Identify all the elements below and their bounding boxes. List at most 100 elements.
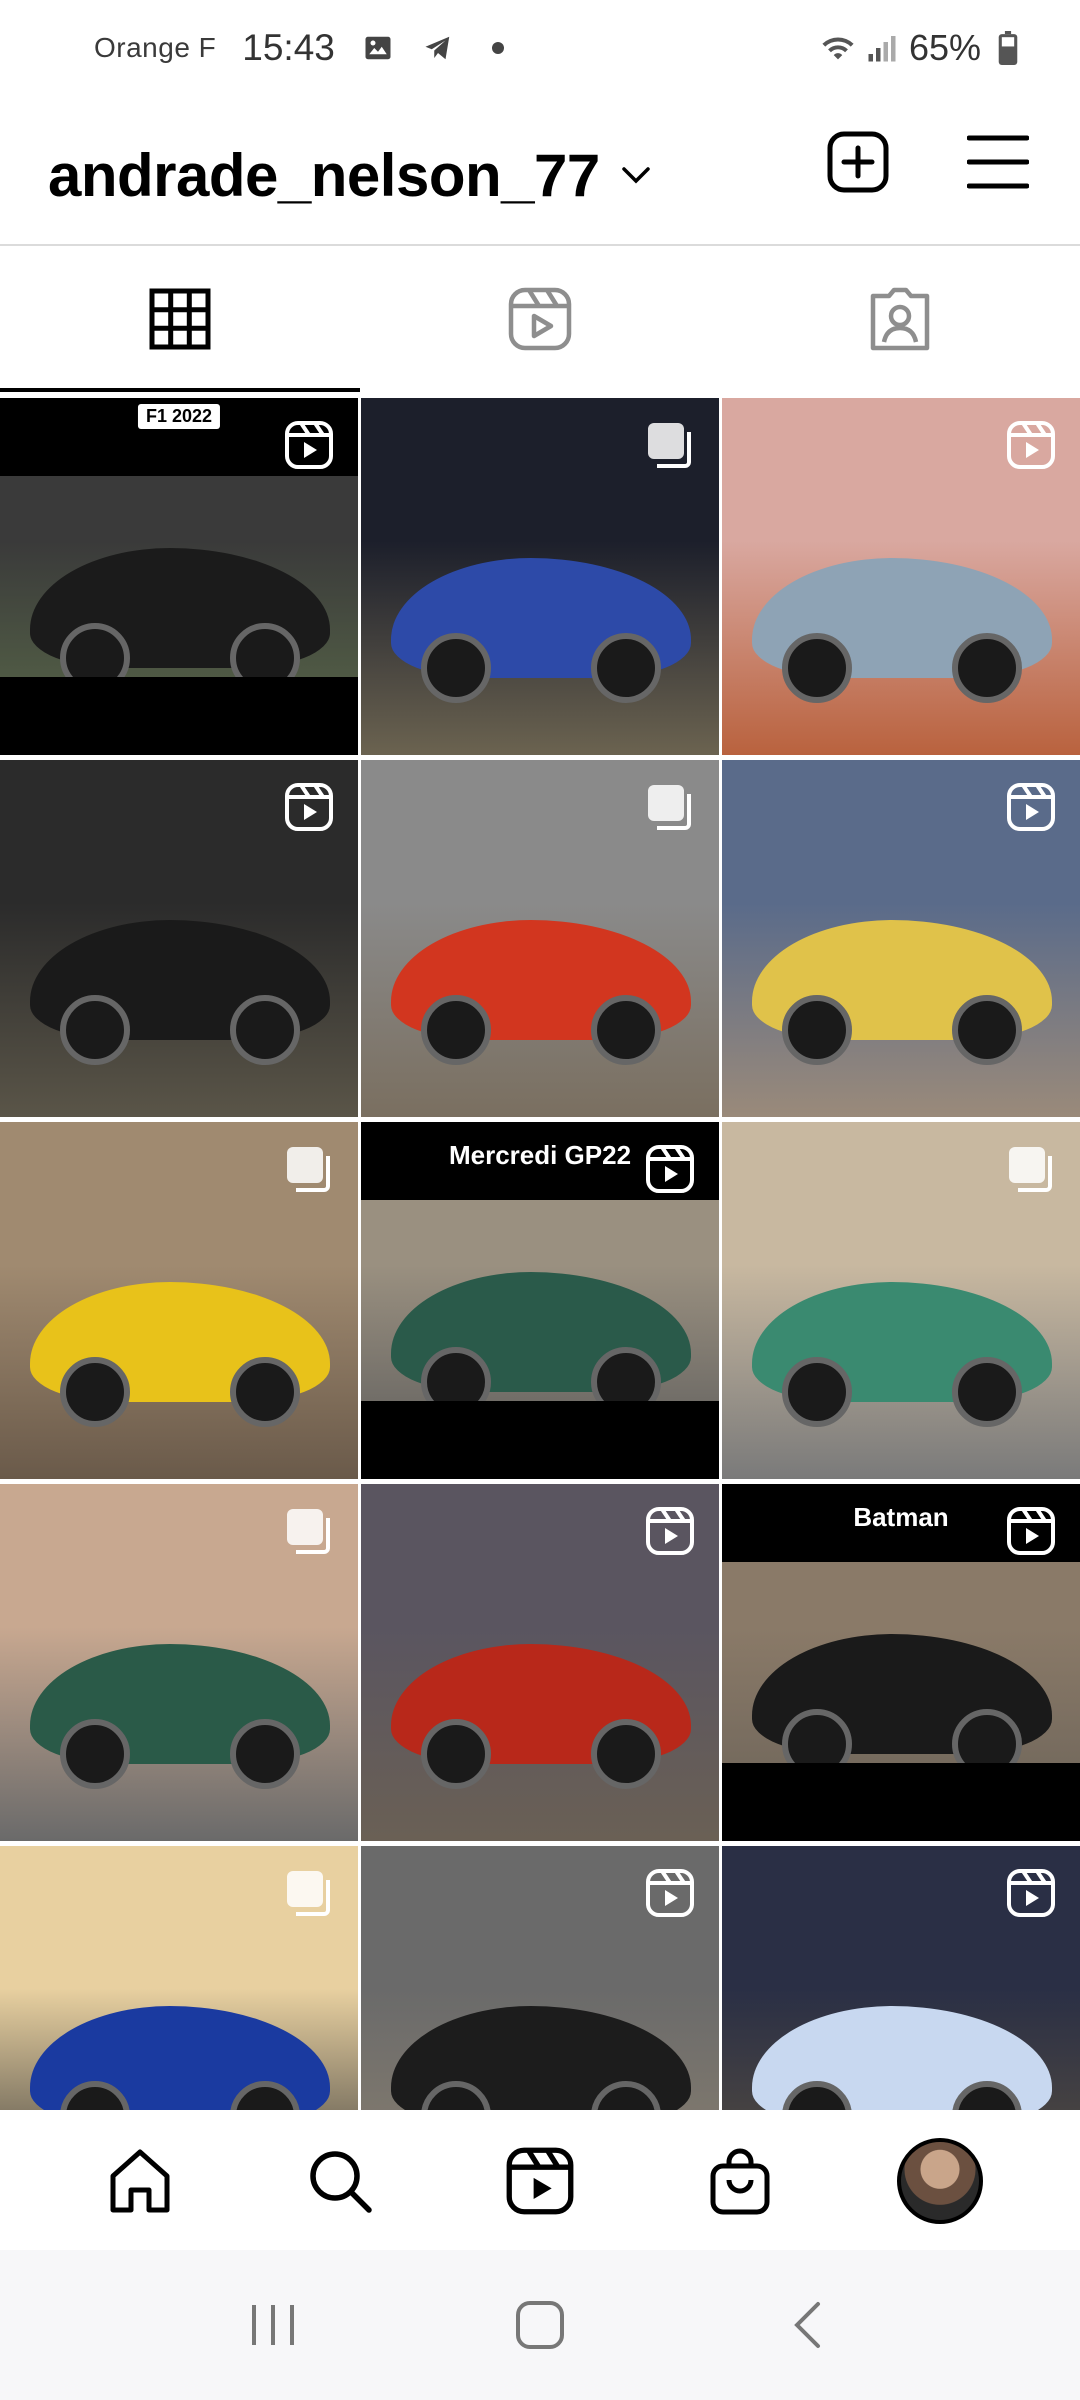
reel-badge-icon: [1006, 1506, 1056, 1556]
carousel-badge-icon: [1009, 1147, 1052, 1192]
wheel-shape: [782, 633, 852, 703]
telegram-icon: [421, 31, 455, 65]
recent-apps-icon: [252, 2305, 295, 2345]
reel-badge-icon: [285, 421, 333, 469]
carousel-badge-icon: [648, 423, 691, 468]
reel-badge-icon: [285, 783, 333, 831]
dot-icon: [481, 31, 515, 65]
reel-badge-icon: [1007, 1869, 1055, 1917]
home-button[interactable]: [495, 2280, 585, 2370]
reel-badge-icon: [284, 782, 334, 832]
create-post-button[interactable]: [824, 128, 892, 196]
nav-search[interactable]: [295, 2136, 385, 2226]
battery-percent: 65%: [908, 27, 981, 68]
carousel-badge-icon: [284, 1144, 334, 1194]
tagged-icon: [870, 287, 930, 351]
wheel-shape: [782, 1357, 852, 1427]
reel-badge-icon: [645, 1868, 695, 1918]
post-tile[interactable]: [0, 1484, 358, 1841]
profile-avatar[interactable]: [897, 2138, 983, 2224]
reel-badge-icon: [646, 1507, 694, 1555]
chevron-down-icon[interactable]: [620, 158, 654, 192]
reel-badge-icon: [645, 1144, 695, 1194]
wheel-shape: [60, 1357, 130, 1427]
image-icon: [361, 31, 395, 65]
account-username[interactable]: andrade_nelson_77: [48, 141, 600, 210]
back-button[interactable]: [762, 2280, 852, 2370]
post-tile[interactable]: Mercredi GP22: [361, 1122, 719, 1479]
video-letterbox-bottom: [722, 1763, 1080, 1841]
grid-icon: [149, 288, 211, 350]
video-letterbox-bottom: [0, 677, 358, 755]
wheel-shape: [952, 633, 1022, 703]
nav-shop[interactable]: [695, 2136, 785, 2226]
posts-grid: F1 2022 Mercredi GP22 Batman: [0, 398, 1080, 2110]
tab-posts[interactable]: [0, 246, 360, 392]
shop-icon: [710, 2148, 770, 2215]
post-tile[interactable]: [722, 1846, 1080, 2110]
carousel-badge-icon: [645, 782, 695, 832]
wheel-shape: [591, 995, 661, 1065]
reel-badge-icon: [1007, 1507, 1055, 1555]
carousel-badge-icon: [287, 1147, 330, 1192]
post-caption-overlay: F1 2022: [137, 404, 221, 429]
nav-reels[interactable]: [495, 2136, 585, 2226]
carousel-badge-icon: [287, 1509, 330, 1554]
create-icon: [827, 131, 889, 193]
tab-reels[interactable]: [360, 246, 720, 392]
carousel-badge-icon: [645, 420, 695, 470]
tab-tagged[interactable]: [720, 246, 1080, 392]
wifi-icon: [821, 31, 855, 65]
system-navigation-bar: [0, 2250, 1080, 2400]
post-tile[interactable]: [361, 1846, 719, 2110]
post-tile[interactable]: [0, 760, 358, 1117]
search-icon: [310, 2151, 372, 2213]
wheel-shape: [60, 995, 130, 1065]
battery-icon: [991, 31, 1025, 65]
post-tile[interactable]: [0, 1846, 358, 2110]
wheel-shape: [230, 995, 300, 1065]
wheel-shape: [230, 1719, 300, 1789]
reel-badge-icon: [284, 420, 334, 470]
nav-home[interactable]: [95, 2136, 185, 2226]
wheel-shape: [782, 995, 852, 1065]
carousel-badge-icon: [287, 1871, 330, 1916]
wheel-shape: [421, 633, 491, 703]
profile-tabs: [0, 246, 1080, 392]
recent-apps-button[interactable]: [228, 2280, 318, 2370]
bottom-navigation: [0, 2112, 1080, 2250]
menu-icon: [967, 135, 1029, 189]
post-tile[interactable]: [0, 1122, 358, 1479]
wheel-shape: [952, 1357, 1022, 1427]
post-tile[interactable]: [722, 760, 1080, 1117]
nav-profile[interactable]: [895, 2136, 985, 2226]
post-tile[interactable]: [361, 760, 719, 1117]
reel-badge-icon: [646, 1145, 694, 1193]
reel-badge-icon: [1006, 1868, 1056, 1918]
menu-button[interactable]: [964, 128, 1032, 196]
post-tile[interactable]: F1 2022: [0, 398, 358, 755]
home-button-icon: [515, 2301, 564, 2349]
status-bar: Orange F 15:43 65%: [0, 0, 1080, 96]
signal-icon: [865, 31, 899, 65]
back-icon: [793, 2302, 820, 2348]
reel-badge-icon: [1006, 420, 1056, 470]
post-tile[interactable]: Batman: [722, 1484, 1080, 1841]
profile-header: andrade_nelson_77: [0, 110, 1080, 240]
reels-icon: [506, 2147, 574, 2215]
carrier-name: Orange F: [94, 32, 217, 63]
wheel-shape: [591, 1719, 661, 1789]
reel-badge-icon: [1006, 782, 1056, 832]
reel-badge-icon: [1007, 783, 1055, 831]
wheel-shape: [230, 1357, 300, 1427]
post-tile[interactable]: [361, 1484, 719, 1841]
wheel-shape: [60, 1719, 130, 1789]
carousel-badge-icon: [1006, 1144, 1056, 1194]
carousel-badge-icon: [284, 1868, 334, 1918]
wheel-shape: [421, 995, 491, 1065]
reels-icon: [508, 287, 572, 351]
post-tile[interactable]: [722, 398, 1080, 755]
carousel-badge-icon: [648, 785, 691, 830]
post-tile[interactable]: [722, 1122, 1080, 1479]
post-tile[interactable]: [361, 398, 719, 755]
